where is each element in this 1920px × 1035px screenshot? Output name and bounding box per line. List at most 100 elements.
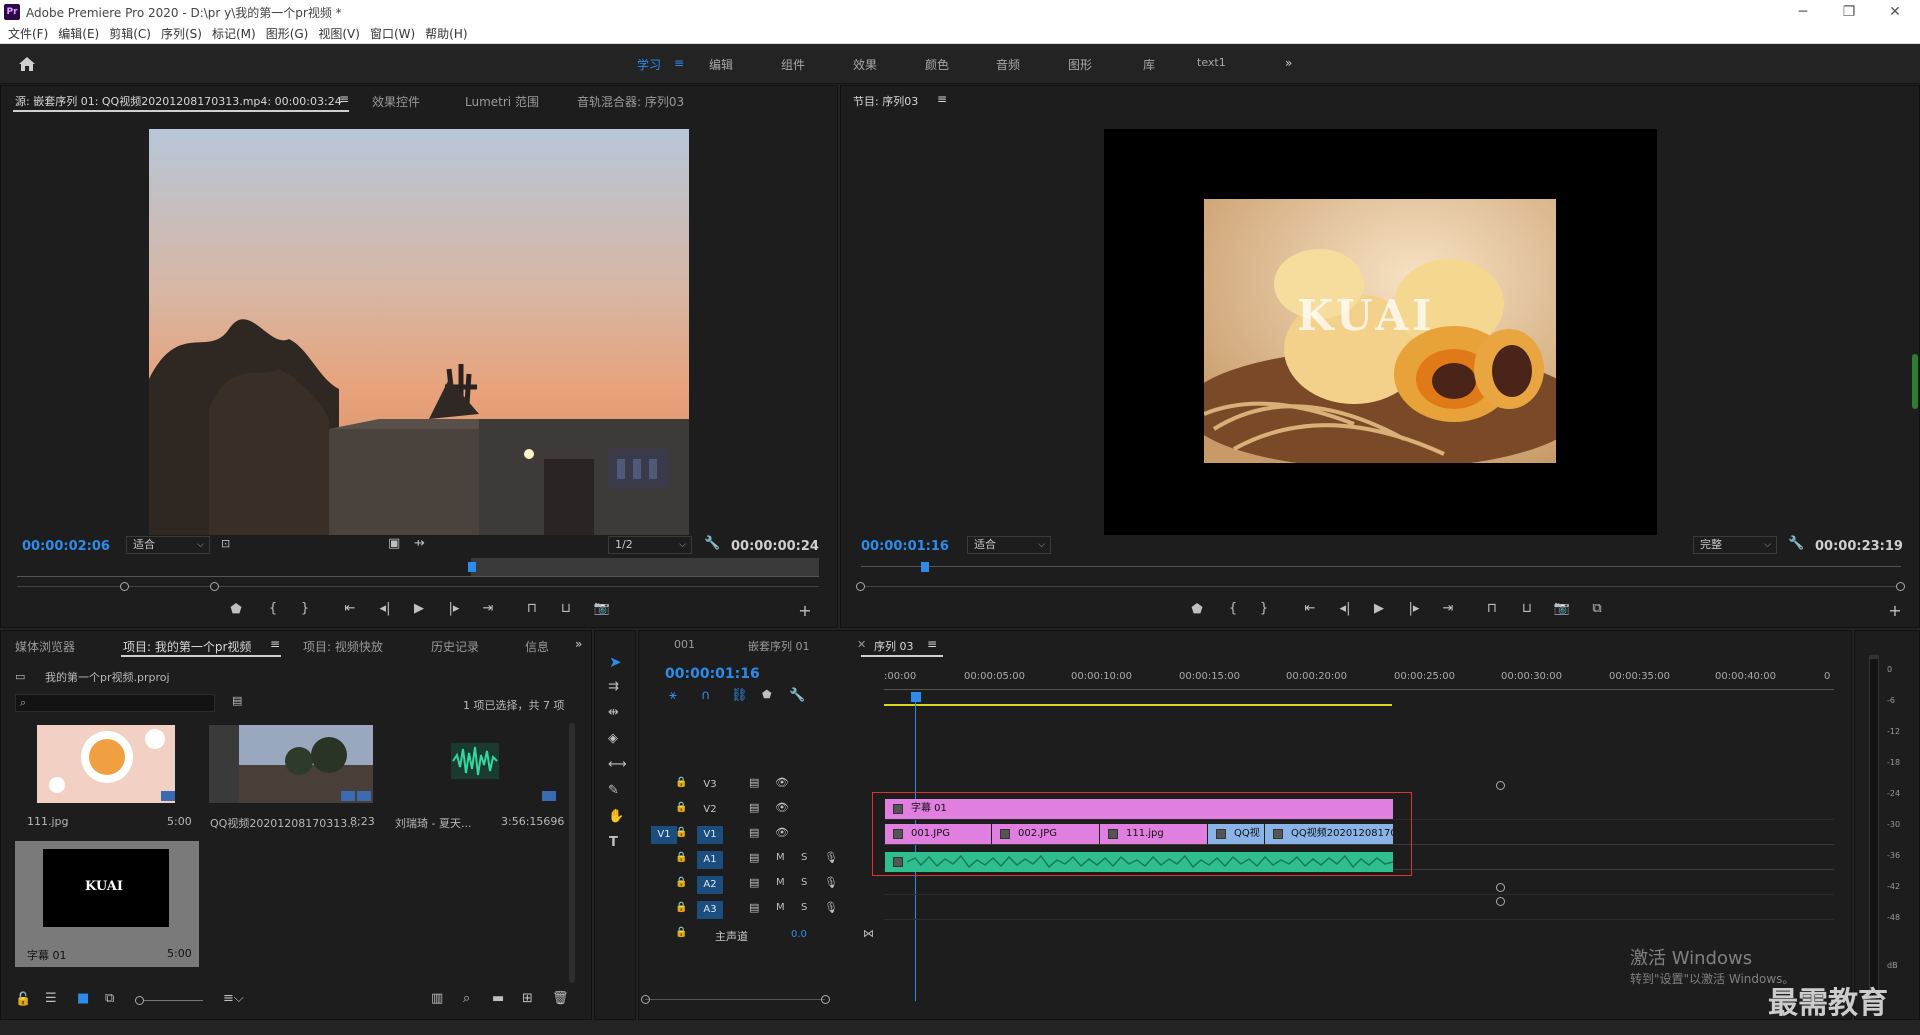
new-bin-icon[interactable]: ▬ — [492, 991, 504, 1006]
settings-wrench-icon[interactable]: 🔧 — [704, 536, 720, 551]
sync-lock-icon[interactable]: ▤ — [749, 801, 759, 814]
microphone-icon[interactable]: 🎙 — [824, 901, 838, 914]
project-more-tabs-icon[interactable]: » — [575, 637, 582, 651]
track-a1-label[interactable]: A1 — [697, 851, 723, 869]
track-select-tool-icon[interactable]: ⇉ — [608, 679, 619, 694]
sync-lock-icon[interactable]: ▤ — [749, 901, 759, 914]
source-fit-dropdown[interactable]: 适合 ⌵ — [126, 536, 210, 554]
timeline-zoom-handle-left[interactable] — [641, 995, 650, 1004]
tab-source[interactable]: 源: 嵌套序列 01: QQ视频20201208170313.mp4: 00:0… — [15, 93, 342, 109]
extract-icon[interactable]: ⊔ — [1518, 601, 1536, 616]
tab-sequence-001[interactable]: 001 — [674, 638, 695, 651]
master-go-to-end-icon[interactable]: ⋈ — [863, 927, 874, 940]
source-zoom-handle-right[interactable] — [210, 582, 219, 591]
type-tool-icon[interactable]: T — [609, 835, 618, 850]
source-patch-v1[interactable]: V1 — [651, 826, 677, 844]
insert-icon[interactable]: ⊓ — [523, 601, 541, 616]
solo-button[interactable]: S — [801, 902, 807, 913]
program-mark-out-icon[interactable]: } — [1255, 601, 1273, 616]
lock-track-icon[interactable]: 🔒 — [675, 927, 687, 938]
audio-scroll-handle[interactable] — [1496, 897, 1505, 906]
overwrite-icon[interactable]: ⊔ — [557, 601, 575, 616]
timeline-zoom-handle-right[interactable] — [821, 995, 830, 1004]
program-play-icon[interactable]: ▶ — [1370, 601, 1388, 616]
source-zoom-bar[interactable] — [17, 586, 819, 587]
safe-margins-icon[interactable]: ⊡ — [221, 537, 230, 550]
freeform-view-icon[interactable]: ⧉ — [105, 991, 114, 1006]
menu-edit[interactable]: 编辑(E) — [58, 25, 99, 42]
menu-help[interactable]: 帮助(H) — [425, 25, 467, 42]
button-editor-plus-icon[interactable]: + — [796, 601, 814, 620]
timeline-marker-icon[interactable]: ⬟ — [762, 688, 772, 701]
menu-sequence[interactable]: 序列(S) — [161, 25, 202, 42]
track-a2-label[interactable]: A2 — [697, 876, 723, 894]
insert-overwrite-icon[interactable]: ⇸ — [414, 536, 425, 551]
program-settings-wrench-icon[interactable]: 🔧 — [1788, 536, 1804, 551]
tab-audio-track-mixer[interactable]: 音轨混合器: 序列03 — [577, 93, 684, 110]
sync-lock-icon[interactable]: ▤ — [749, 826, 759, 839]
tab-close-icon[interactable]: ✕ — [857, 638, 866, 651]
timeline-settings-icon[interactable]: 🔧 — [789, 688, 805, 703]
project-item-title01-selected[interactable]: KUAI 字幕 01 5:00 — [15, 841, 199, 967]
menu-marker[interactable]: 标记(M) — [212, 25, 256, 42]
step-forward-icon[interactable]: |▸ — [445, 601, 463, 616]
track-v1-label[interactable]: V1 — [697, 826, 723, 844]
timeline-tab-menu-icon[interactable]: ≡ — [927, 637, 937, 651]
program-playhead[interactable] — [921, 562, 929, 572]
tab-program[interactable]: 节目: 序列03 — [853, 93, 918, 109]
source-in-out-range[interactable] — [471, 558, 819, 576]
menu-graphics[interactable]: 图形(G) — [266, 25, 309, 42]
mute-button[interactable]: M — [776, 902, 785, 913]
list-view-icon[interactable]: ☰ — [45, 991, 57, 1006]
workspace-text1[interactable]: text1 — [1197, 56, 1226, 69]
program-zoom-bar[interactable] — [861, 586, 1901, 587]
lock-track-icon[interactable]: 🔒 — [675, 827, 687, 838]
slip-tool-icon[interactable]: ⟷ — [608, 757, 627, 772]
workspace-effects[interactable]: 效果 — [853, 56, 877, 73]
lock-track-icon[interactable]: 🔒 — [675, 902, 687, 913]
sort-icons-icon[interactable]: ≡⌵ — [223, 991, 244, 1006]
program-go-to-out-icon[interactable]: ⇥ — [1439, 601, 1457, 616]
hand-tool-icon[interactable]: ✋ — [608, 809, 624, 824]
workspace-audio[interactable]: 音频 — [996, 56, 1020, 73]
eye-icon[interactable]: 👁 — [775, 801, 789, 814]
eye-icon[interactable]: 👁 — [775, 776, 789, 789]
comparison-view-icon[interactable]: ⧉ — [1588, 601, 1606, 616]
snap-icon[interactable]: ∩ — [701, 688, 711, 703]
workspace-menu-icon[interactable]: ≡ — [674, 56, 684, 70]
program-step-back-icon[interactable]: ◂| — [1336, 601, 1354, 616]
minimize-icon[interactable]: ─ — [1780, 0, 1826, 24]
lock-track-icon[interactable]: 🔒 — [675, 802, 687, 813]
timeline-zoom-scroll[interactable] — [645, 999, 825, 1000]
tab-sequence-03[interactable]: 序列 03 — [874, 638, 914, 654]
tab-project-fast[interactable]: 项目: 视频快放 — [303, 638, 383, 655]
new-item-icon[interactable]: ⊞ — [522, 991, 533, 1006]
master-volume-value[interactable]: 0.0 — [791, 929, 807, 940]
mark-in-icon[interactable]: { — [264, 601, 282, 616]
tab-history[interactable]: 历史记录 — [431, 638, 479, 655]
workspace-color[interactable]: 颜色 — [925, 56, 949, 73]
source-resolution-dropdown[interactable]: 1/2 ⌵ — [608, 536, 692, 554]
tab-nested-sequence-01[interactable]: 嵌套序列 01 — [748, 638, 810, 654]
clear-trash-icon[interactable]: 🗑 — [552, 991, 569, 1006]
linked-selection-icon[interactable]: ⛓ — [731, 688, 748, 703]
program-step-forward-icon[interactable]: |▸ — [1405, 601, 1423, 616]
add-marker-icon[interactable]: ⬟ — [227, 602, 245, 617]
program-mark-in-icon[interactable]: { — [1224, 601, 1242, 616]
timeline-timecode[interactable]: 00:00:01:16 — [665, 666, 760, 682]
tab-media-browser[interactable]: 媒体浏览器 — [15, 638, 75, 655]
ripple-edit-tool-icon[interactable]: ⇹ — [608, 705, 619, 720]
lock-icon[interactable]: 🔓 — [15, 992, 31, 1007]
sync-lock-icon[interactable]: ▤ — [749, 776, 759, 789]
program-zoom-handle-left[interactable] — [856, 582, 865, 591]
source-time-ruler[interactable] — [17, 576, 819, 577]
program-scroll-indicator[interactable] — [1912, 354, 1918, 409]
workspace-libraries[interactable]: 库 — [1143, 56, 1155, 73]
work-area-bar[interactable] — [884, 704, 1392, 706]
close-icon[interactable]: ✕ — [1872, 0, 1918, 24]
project-scrollbar[interactable] — [569, 723, 575, 983]
step-back-icon[interactable]: ◂| — [376, 601, 394, 616]
solo-button[interactable]: S — [801, 852, 807, 863]
lock-track-icon[interactable]: 🔒 — [675, 877, 687, 888]
program-tab-menu-icon[interactable]: ≡ — [937, 92, 947, 106]
